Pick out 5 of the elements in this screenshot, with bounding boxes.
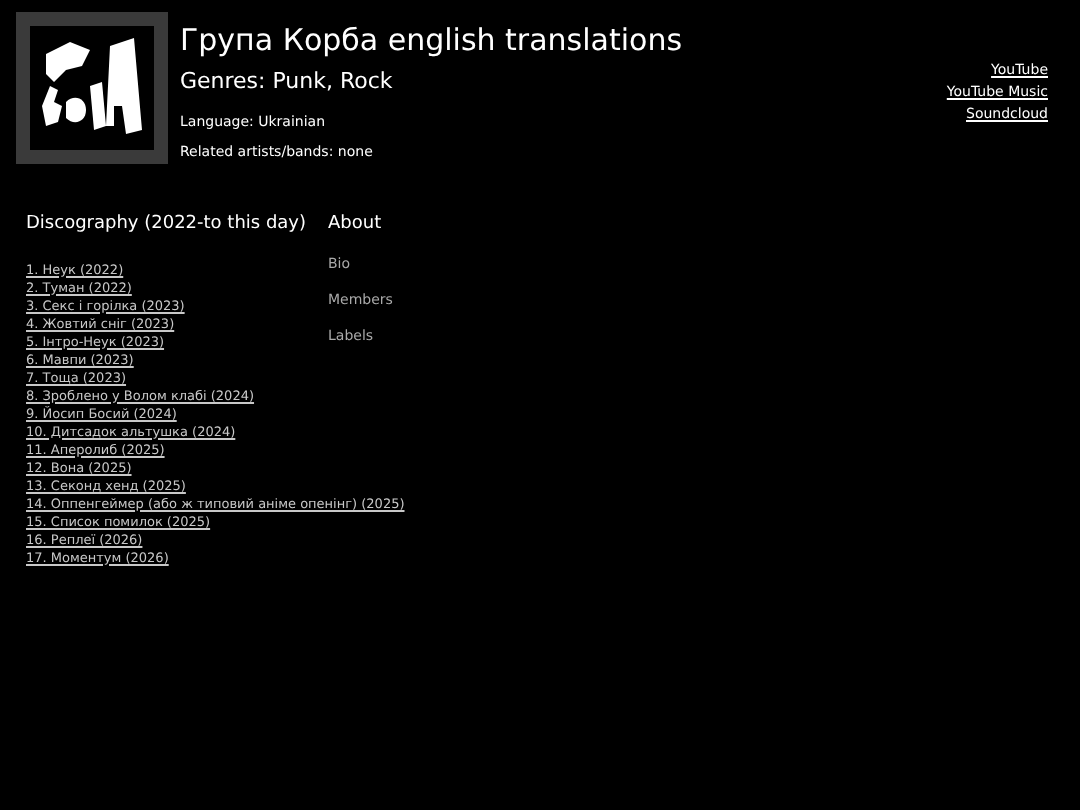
logo-drawing (30, 26, 154, 150)
about-heading: About (328, 212, 384, 238)
discography-heading: Discography (2022-to this day) (26, 212, 309, 238)
genres-text: Genres: Punk, Rock (180, 66, 395, 98)
band-title: Група Корба english translations (180, 20, 683, 60)
